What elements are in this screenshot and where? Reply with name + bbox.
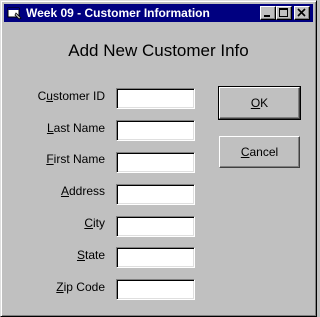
address-label: Address: [60, 184, 105, 198]
ok-button[interactable]: OK: [218, 86, 301, 120]
vb-form-icon[interactable]: [7, 6, 23, 20]
first-name-label: First Name: [46, 152, 105, 166]
customer-id-label: Customer ID: [37, 89, 105, 103]
last-name-label: Last Name: [46, 121, 105, 135]
cancel-button[interactable]: Cancel: [219, 136, 300, 168]
window-title: Week 09 - Customer Information: [26, 6, 210, 20]
form-heading: Add New Customer Info: [68, 41, 249, 60]
city-field[interactable]: [116, 216, 195, 237]
state-field[interactable]: [116, 247, 195, 268]
minimize-icon: [264, 15, 270, 17]
state-label: State: [76, 248, 105, 262]
last-name-field[interactable]: [116, 120, 195, 141]
maximize-icon: [279, 8, 288, 17]
close-icon: [297, 8, 306, 17]
address-field[interactable]: [116, 184, 195, 205]
first-name-field[interactable]: [116, 152, 195, 173]
minimize-button[interactable]: [260, 6, 276, 20]
zip-code-field[interactable]: [116, 279, 195, 300]
title-bar[interactable]: Week 09 - Customer Information: [4, 4, 313, 22]
maximize-button[interactable]: [276, 6, 292, 20]
zip-code-label: Zip Code: [56, 280, 105, 294]
city-label: City: [84, 216, 105, 230]
customer-id-field[interactable]: [116, 88, 195, 109]
close-button[interactable]: [294, 6, 310, 20]
ok-button-label: OK: [250, 96, 269, 110]
customer-info-window: Week 09 - Customer Information Add New C…: [0, 0, 317, 317]
cancel-button-label: Cancel: [240, 145, 279, 159]
